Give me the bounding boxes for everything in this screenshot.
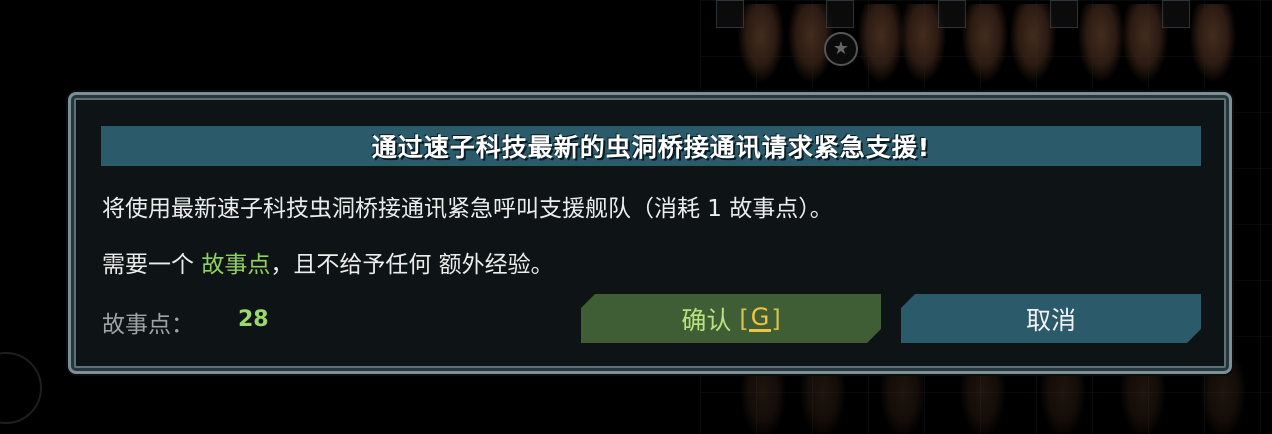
hotkey-open-bracket: [ xyxy=(739,304,749,333)
dialog-requirement: 需要一个 故事点，且不给予任何 额外经验。 xyxy=(102,245,554,279)
ship-slot-box xyxy=(938,0,966,28)
star-icon: ★ xyxy=(824,32,858,66)
game-screen: ★ 通过速子科技最新的虫洞桥接通讯请求紧急支援! 将使用最新速子科技虫洞桥接通讯… xyxy=(0,0,1272,434)
background-ship xyxy=(738,4,784,82)
requirement-suffix: ，且不给予任何 额外经验。 xyxy=(270,252,554,278)
ship-slot-box xyxy=(1050,0,1078,28)
confirm-button[interactable]: 确认 [G] xyxy=(581,294,881,343)
ship-slot-box xyxy=(1162,0,1190,28)
story-points-value: 28 xyxy=(238,307,269,332)
hotkey-letter: G xyxy=(750,303,770,331)
requirement-prefix: 需要一个 xyxy=(102,252,202,278)
cancel-label: 取消 xyxy=(1025,305,1076,335)
dialog-description: 将使用最新速子科技虫洞桥接通讯紧急呼叫支援舰队（消耗 1 故事点）。 xyxy=(102,196,833,222)
story-points-label: 故事点： xyxy=(102,312,194,338)
background-ship xyxy=(858,4,904,82)
confirm-hotkey: [G] xyxy=(739,305,780,333)
story-point-keyword: 故事点 xyxy=(201,252,271,278)
hotkey-close-bracket: ] xyxy=(771,304,781,333)
cancel-button[interactable]: 取消 xyxy=(901,294,1201,343)
background-ship xyxy=(1078,4,1124,82)
ring-decoration xyxy=(0,352,42,424)
background-ship xyxy=(1190,4,1236,82)
dialog-title-bar: 通过速子科技最新的虫洞桥接通讯请求紧急支援! xyxy=(101,126,1201,166)
ship-slot-box xyxy=(826,0,854,28)
dialog-title: 通过速子科技最新的虫洞桥接通讯请求紧急支援! xyxy=(371,133,931,162)
ship-slot-box xyxy=(716,0,744,28)
confirm-label: 确认 xyxy=(681,305,732,335)
emergency-support-dialog: 通过速子科技最新的虫洞桥接通讯请求紧急支援! 将使用最新速子科技虫洞桥接通讯紧急… xyxy=(68,92,1232,374)
background-ship xyxy=(962,4,1008,82)
